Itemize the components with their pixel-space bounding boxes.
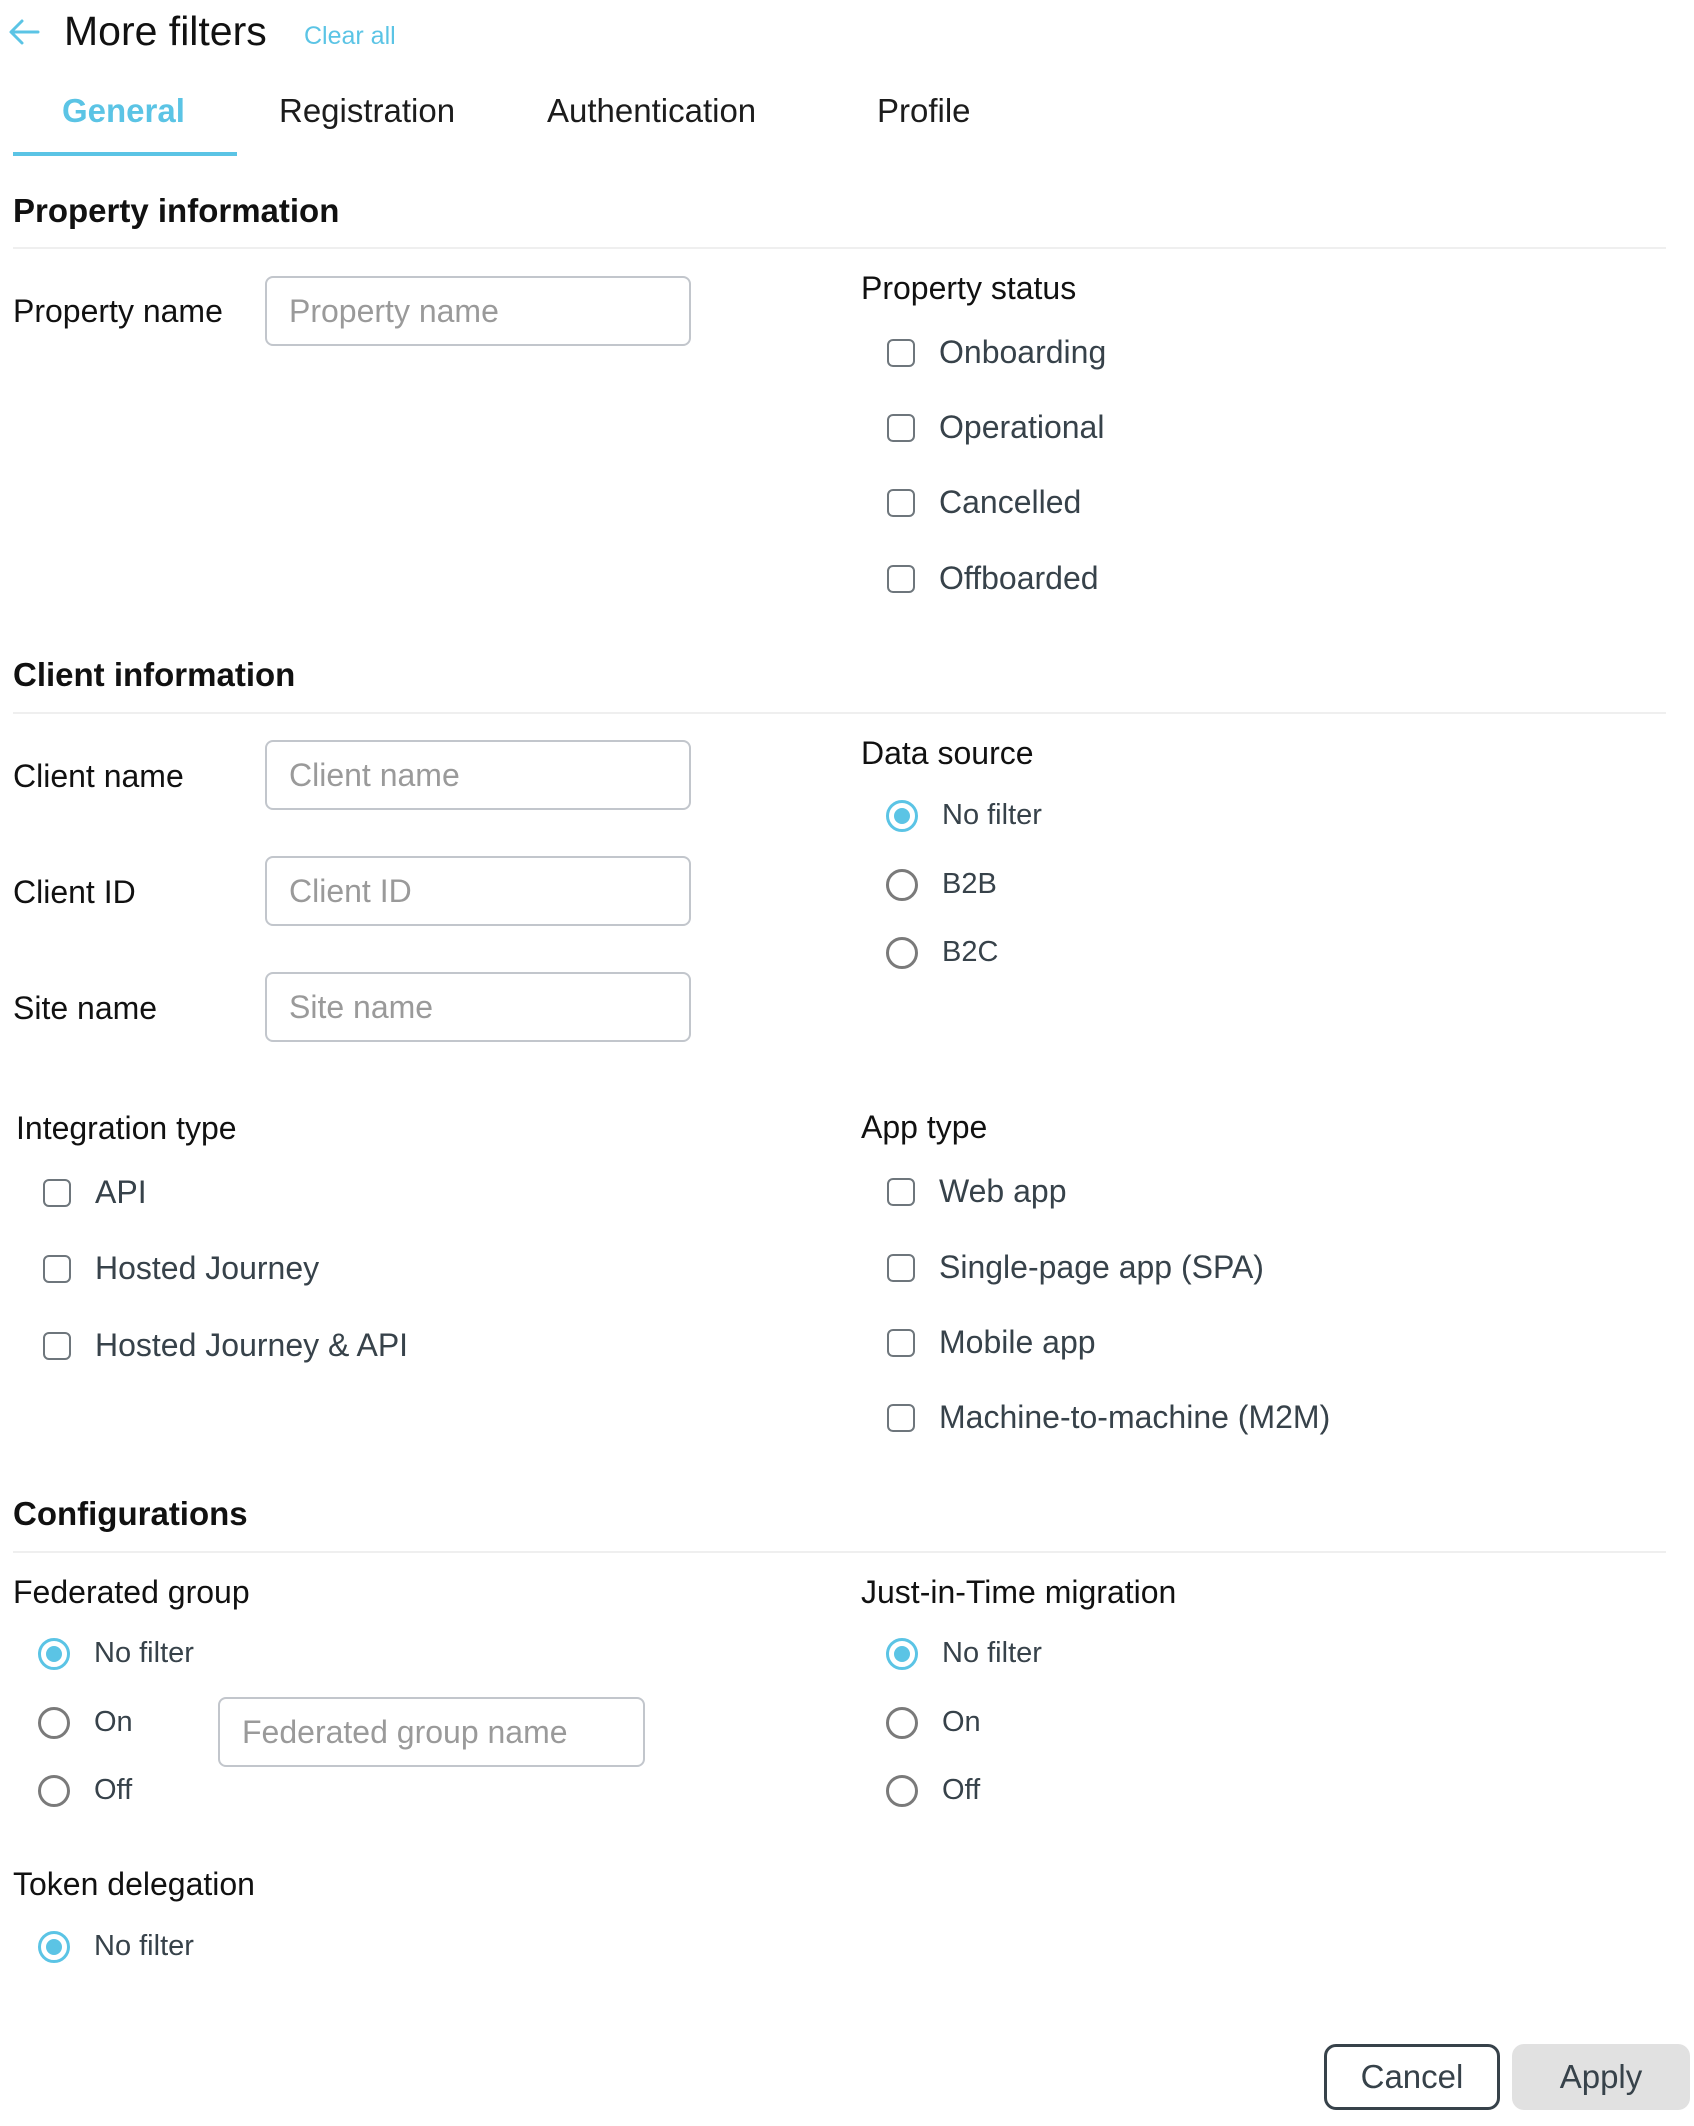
radio-icon[interactable] [886, 1774, 918, 1807]
tab-registration[interactable]: Registration [279, 92, 455, 130]
radio-icon[interactable] [886, 1706, 918, 1739]
radio-icon[interactable] [886, 936, 918, 969]
radio-label: Off [94, 1774, 133, 1806]
client-id-input[interactable] [265, 856, 691, 926]
radio-federated-on[interactable]: On [38, 1706, 133, 1739]
checkbox-api[interactable]: API [43, 1174, 147, 1211]
checkbox-label: Single-page app (SPA) [939, 1249, 1264, 1285]
checkbox-label: Offboarded [939, 560, 1099, 596]
checkbox-label: Cancelled [939, 484, 1082, 520]
radio-jit-no-filter[interactable]: No filter [886, 1637, 1042, 1670]
checkbox-label: Operational [939, 409, 1105, 445]
radio-selected-icon[interactable] [886, 1637, 918, 1670]
federated-group-label: Federated group [13, 1574, 250, 1610]
radio-data-source-b2b[interactable]: B2B [886, 868, 997, 901]
radio-data-source-no-filter[interactable]: No filter [886, 799, 1042, 832]
checkbox-icon[interactable] [43, 1331, 71, 1360]
checkbox-mobile-app[interactable]: Mobile app [887, 1324, 1096, 1361]
checkbox-icon[interactable] [887, 1403, 915, 1432]
section-title-property-information: Property information [13, 192, 340, 229]
checkbox-offboarded[interactable]: Offboarded [887, 560, 1099, 597]
tab-general[interactable]: General [62, 92, 185, 130]
radio-label: No filter [942, 799, 1042, 831]
data-source-label: Data source [861, 735, 1034, 771]
checkbox-onboarding[interactable]: Onboarding [887, 334, 1106, 371]
apply-button[interactable]: Apply [1512, 2044, 1690, 2110]
section-title-configurations: Configurations [13, 1495, 248, 1532]
checkbox-icon[interactable] [887, 413, 915, 442]
arrow-left-icon[interactable] [6, 14, 42, 50]
federated-group-name-input[interactable] [218, 1697, 645, 1767]
app-type-label: App type [861, 1109, 988, 1145]
checkbox-icon[interactable] [887, 338, 915, 367]
checkbox-hosted-journey[interactable]: Hosted Journey [43, 1250, 319, 1287]
checkbox-icon[interactable] [43, 1254, 71, 1283]
checkbox-label: API [95, 1174, 147, 1210]
radio-icon[interactable] [38, 1706, 70, 1739]
radio-icon[interactable] [886, 868, 918, 901]
radio-label: No filter [94, 1637, 194, 1669]
checkbox-cancelled[interactable]: Cancelled [887, 484, 1081, 521]
checkbox-icon[interactable] [887, 1177, 915, 1206]
radio-label: On [94, 1706, 133, 1738]
page-title: More filters [64, 8, 267, 54]
client-name-label: Client name [13, 758, 184, 794]
tab-authentication[interactable]: Authentication [547, 92, 756, 130]
clear-all-link[interactable]: Clear all [304, 22, 396, 51]
checkbox-label: Hosted Journey & API [95, 1327, 409, 1363]
radio-label: B2B [942, 868, 997, 900]
property-status-label: Property status [861, 270, 1077, 306]
active-tab-indicator [13, 152, 237, 156]
radio-token-no-filter[interactable]: No filter [38, 1930, 194, 1963]
checkbox-icon[interactable] [43, 1178, 71, 1207]
radio-icon[interactable] [38, 1774, 70, 1807]
checkbox-icon[interactable] [887, 564, 915, 593]
radio-federated-off[interactable]: Off [38, 1774, 132, 1807]
client-name-input[interactable] [265, 740, 691, 810]
radio-jit-on[interactable]: On [886, 1706, 981, 1739]
checkbox-label: Mobile app [939, 1324, 1096, 1360]
site-name-input[interactable] [265, 972, 691, 1042]
radio-selected-icon[interactable] [38, 1637, 70, 1670]
checkbox-m2m[interactable]: Machine-to-machine (M2M) [887, 1399, 1330, 1436]
checkbox-icon[interactable] [887, 1328, 915, 1357]
checkbox-icon[interactable] [887, 1253, 915, 1282]
checkbox-spa[interactable]: Single-page app (SPA) [887, 1249, 1264, 1286]
client-id-label: Client ID [13, 874, 136, 910]
checkbox-label: Web app [939, 1173, 1067, 1209]
checkbox-web-app[interactable]: Web app [887, 1173, 1067, 1210]
checkbox-label: Hosted Journey [95, 1250, 320, 1286]
checkbox-icon[interactable] [887, 488, 915, 517]
radio-label: B2C [942, 936, 999, 968]
cancel-button[interactable]: Cancel [1324, 2044, 1500, 2110]
jit-migration-label: Just-in-Time migration [861, 1574, 1177, 1610]
radio-label: No filter [94, 1930, 194, 1962]
radio-selected-icon[interactable] [886, 799, 918, 832]
radio-label: On [942, 1706, 981, 1738]
token-delegation-label: Token delegation [13, 1866, 255, 1902]
radio-data-source-b2c[interactable]: B2C [886, 936, 998, 969]
section-title-client-information: Client information [13, 656, 296, 693]
radio-selected-icon[interactable] [38, 1930, 70, 1963]
checkbox-label: Onboarding [939, 334, 1107, 370]
checkbox-operational[interactable]: Operational [887, 409, 1104, 446]
radio-jit-off[interactable]: Off [886, 1774, 980, 1807]
checkbox-hosted-journey-api[interactable]: Hosted Journey & API [43, 1327, 408, 1364]
property-name-input[interactable] [265, 276, 691, 346]
integration-type-label: Integration type [16, 1110, 237, 1146]
divider [13, 247, 1666, 249]
radio-federated-no-filter[interactable]: No filter [38, 1637, 194, 1670]
divider [13, 712, 1666, 714]
radio-label: No filter [942, 1637, 1042, 1669]
property-name-label: Property name [13, 293, 223, 329]
checkbox-label: Machine-to-machine (M2M) [939, 1399, 1331, 1435]
tab-profile[interactable]: Profile [877, 92, 971, 130]
radio-label: Off [942, 1774, 981, 1806]
site-name-label: Site name [13, 990, 158, 1026]
divider [13, 1551, 1666, 1553]
